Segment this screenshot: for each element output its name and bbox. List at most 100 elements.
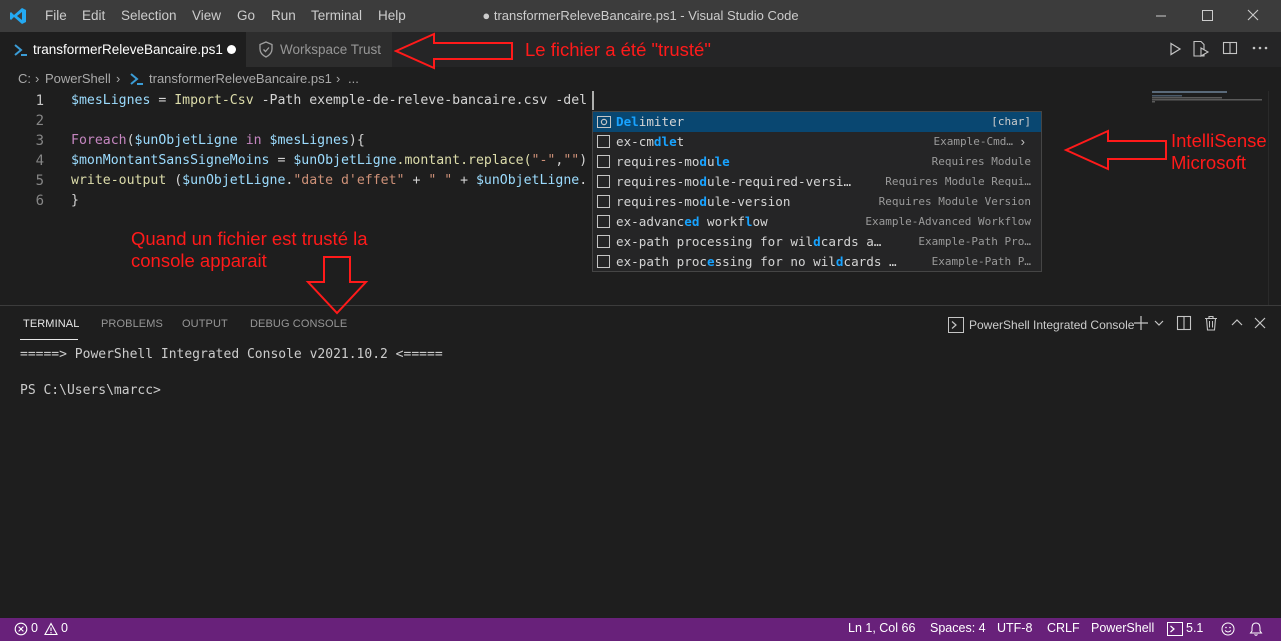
split-terminal-icon[interactable] bbox=[1176, 315, 1192, 331]
powershell-file-icon bbox=[130, 73, 143, 85]
minimap[interactable] bbox=[1150, 91, 1268, 305]
code-token: = bbox=[269, 153, 294, 168]
tab-workspace-trust[interactable]: Workspace Trust bbox=[246, 32, 392, 67]
breadcrumb-file[interactable]: transformerReleveBancaire.ps1 bbox=[149, 67, 332, 91]
line-number: 6 bbox=[35, 193, 44, 209]
annotation-arrow-down bbox=[305, 256, 369, 315]
text-cursor bbox=[592, 91, 594, 110]
breadcrumb-folder[interactable]: PowerShell bbox=[45, 67, 111, 91]
close-icon bbox=[1247, 9, 1259, 21]
breadcrumb-drive[interactable]: C: bbox=[18, 67, 31, 91]
menu-run[interactable]: Run bbox=[271, 0, 296, 32]
suggestion-text: t bbox=[676, 134, 685, 149]
minimize-button[interactable] bbox=[1138, 0, 1184, 32]
menu-go[interactable]: Go bbox=[237, 0, 255, 32]
suggestion-text: requires-mo bbox=[616, 154, 700, 169]
chevron-up-icon[interactable] bbox=[1230, 317, 1244, 329]
suggestion-detail: Requires Module bbox=[931, 155, 1031, 168]
run-icon[interactable] bbox=[1168, 42, 1182, 56]
suggestion-match: e bbox=[707, 254, 715, 269]
language-mode[interactable]: PowerShell bbox=[1091, 618, 1154, 639]
suggestion-item[interactable]: ex-advanced workflow Example-Advanced Wo… bbox=[593, 212, 1041, 232]
suggestion-item[interactable]: Delimiter [char] bbox=[593, 112, 1041, 132]
tab-label: transformerReleveBancaire.ps1 bbox=[33, 42, 223, 57]
menu-file[interactable]: File bbox=[45, 0, 67, 32]
annotation-console-1: Quand un fichier est trusté la bbox=[131, 228, 368, 249]
code-token: write-output bbox=[71, 173, 167, 188]
suggestion-match: dle bbox=[653, 134, 677, 149]
add-icon[interactable] bbox=[1133, 315, 1149, 331]
run-selection-icon[interactable] bbox=[1192, 40, 1210, 58]
snippet-icon bbox=[597, 175, 610, 188]
suggestion-item[interactable]: ex-path processing for no wildcards … Ex… bbox=[593, 252, 1041, 272]
powershell-version[interactable]: 5.1 bbox=[1186, 618, 1203, 639]
error-count: 0 bbox=[31, 621, 38, 635]
suggestion-match: d bbox=[835, 254, 844, 269]
powershell-file-icon bbox=[14, 44, 27, 56]
code-token: $monMontantSansSigneMoins bbox=[71, 153, 270, 168]
line-number: 5 bbox=[35, 173, 44, 189]
tab-label: Workspace Trust bbox=[280, 42, 382, 57]
suggestion-item[interactable]: ex-cmdlet Example-Cmd… › bbox=[593, 132, 1041, 152]
terminal-select-label: PowerShell Integrated Console bbox=[969, 318, 1135, 332]
trash-icon[interactable] bbox=[1203, 315, 1219, 331]
bell-icon[interactable] bbox=[1248, 621, 1264, 637]
menu-selection[interactable]: Selection bbox=[121, 0, 177, 32]
code-token: "-" bbox=[531, 153, 556, 168]
feedback-icon[interactable] bbox=[1220, 621, 1236, 637]
chevron-right-icon[interactable]: › bbox=[1021, 132, 1025, 152]
warning-count: 0 bbox=[61, 621, 68, 635]
code-token: $unObjetLigne bbox=[475, 173, 580, 188]
code-line-6[interactable]: } bbox=[71, 191, 79, 211]
chevron-down-icon[interactable] bbox=[1153, 318, 1165, 328]
cursor-position[interactable]: Ln 1, Col 66 bbox=[848, 618, 915, 639]
menu-help[interactable]: Help bbox=[378, 0, 406, 32]
powershell-version-icon bbox=[1167, 622, 1183, 636]
suggestion-item[interactable]: requires-module Requires Module bbox=[593, 152, 1041, 172]
maximize-button[interactable] bbox=[1184, 0, 1230, 32]
bottom-panel: TERMINAL PROBLEMS OUTPUT DEBUG CONSOLE P… bbox=[0, 305, 1281, 618]
code-token: ) bbox=[579, 153, 588, 168]
terminal-prompt[interactable]: PS C:\Users\marcc> bbox=[20, 381, 161, 401]
editor-scrollbar[interactable] bbox=[1268, 91, 1281, 305]
annotation-arrow-left bbox=[394, 32, 513, 70]
breadcrumb-more[interactable]: ... bbox=[348, 67, 359, 91]
split-editor-icon[interactable] bbox=[1222, 40, 1238, 56]
code-line-4[interactable]: $monMontantSansSigneMoins = $unObjetLign… bbox=[71, 151, 587, 171]
tab-transformer-releve-bancaire[interactable]: transformerReleveBancaire.ps1 bbox=[0, 32, 246, 67]
code-token: " " bbox=[428, 173, 453, 188]
code-line-3[interactable]: Foreach($unObjetLigne in $mesLignes){ bbox=[71, 131, 365, 151]
suggestion-match: d bbox=[699, 154, 707, 169]
warning-icon bbox=[44, 622, 58, 636]
end-of-line[interactable]: CRLF bbox=[1047, 618, 1080, 639]
suggestion-text: u bbox=[707, 154, 715, 169]
vscode-logo-icon bbox=[10, 8, 26, 24]
suggestion-item[interactable]: requires-module-required-versi… Requires… bbox=[593, 172, 1041, 192]
menu-edit[interactable]: Edit bbox=[82, 0, 105, 32]
tab-terminal[interactable]: TERMINAL bbox=[23, 306, 79, 342]
tab-output[interactable]: OUTPUT bbox=[182, 306, 228, 342]
code-line-5[interactable]: write-output ($unObjetLigne."date d'effe… bbox=[71, 171, 587, 191]
title-bar: File Edit Selection View Go Run Terminal… bbox=[0, 0, 1281, 32]
suggestion-match: d bbox=[813, 234, 821, 249]
close-window-button[interactable] bbox=[1230, 0, 1276, 32]
code-line-1[interactable]: $mesLignes = Import-Csv -Path exemple-de… bbox=[71, 91, 587, 111]
more-actions-icon[interactable] bbox=[1251, 40, 1269, 56]
suggestion-item[interactable]: ex-path processing for wildcards a… Exam… bbox=[593, 232, 1041, 252]
tab-problems[interactable]: PROBLEMS bbox=[101, 306, 163, 342]
code-token: + bbox=[452, 173, 476, 188]
encoding[interactable]: UTF-8 bbox=[997, 618, 1032, 639]
indentation[interactable]: Spaces: 4 bbox=[930, 618, 986, 639]
suggestion-detail: Requires Module Requi… bbox=[885, 175, 1031, 188]
menu-terminal[interactable]: Terminal bbox=[311, 0, 362, 32]
menu-view[interactable]: View bbox=[192, 0, 221, 32]
code-token: "" bbox=[563, 153, 580, 168]
code-token: ( bbox=[166, 173, 183, 188]
unsaved-dot-icon[interactable] bbox=[227, 45, 236, 54]
snippet-icon bbox=[597, 215, 610, 228]
code-token: ){ bbox=[348, 133, 365, 148]
close-panel-icon[interactable] bbox=[1254, 317, 1266, 329]
chevron-right-icon: › bbox=[116, 71, 121, 86]
suggestion-match: l bbox=[744, 214, 753, 229]
suggestion-item[interactable]: requires-module-version Requires Module … bbox=[593, 192, 1041, 212]
